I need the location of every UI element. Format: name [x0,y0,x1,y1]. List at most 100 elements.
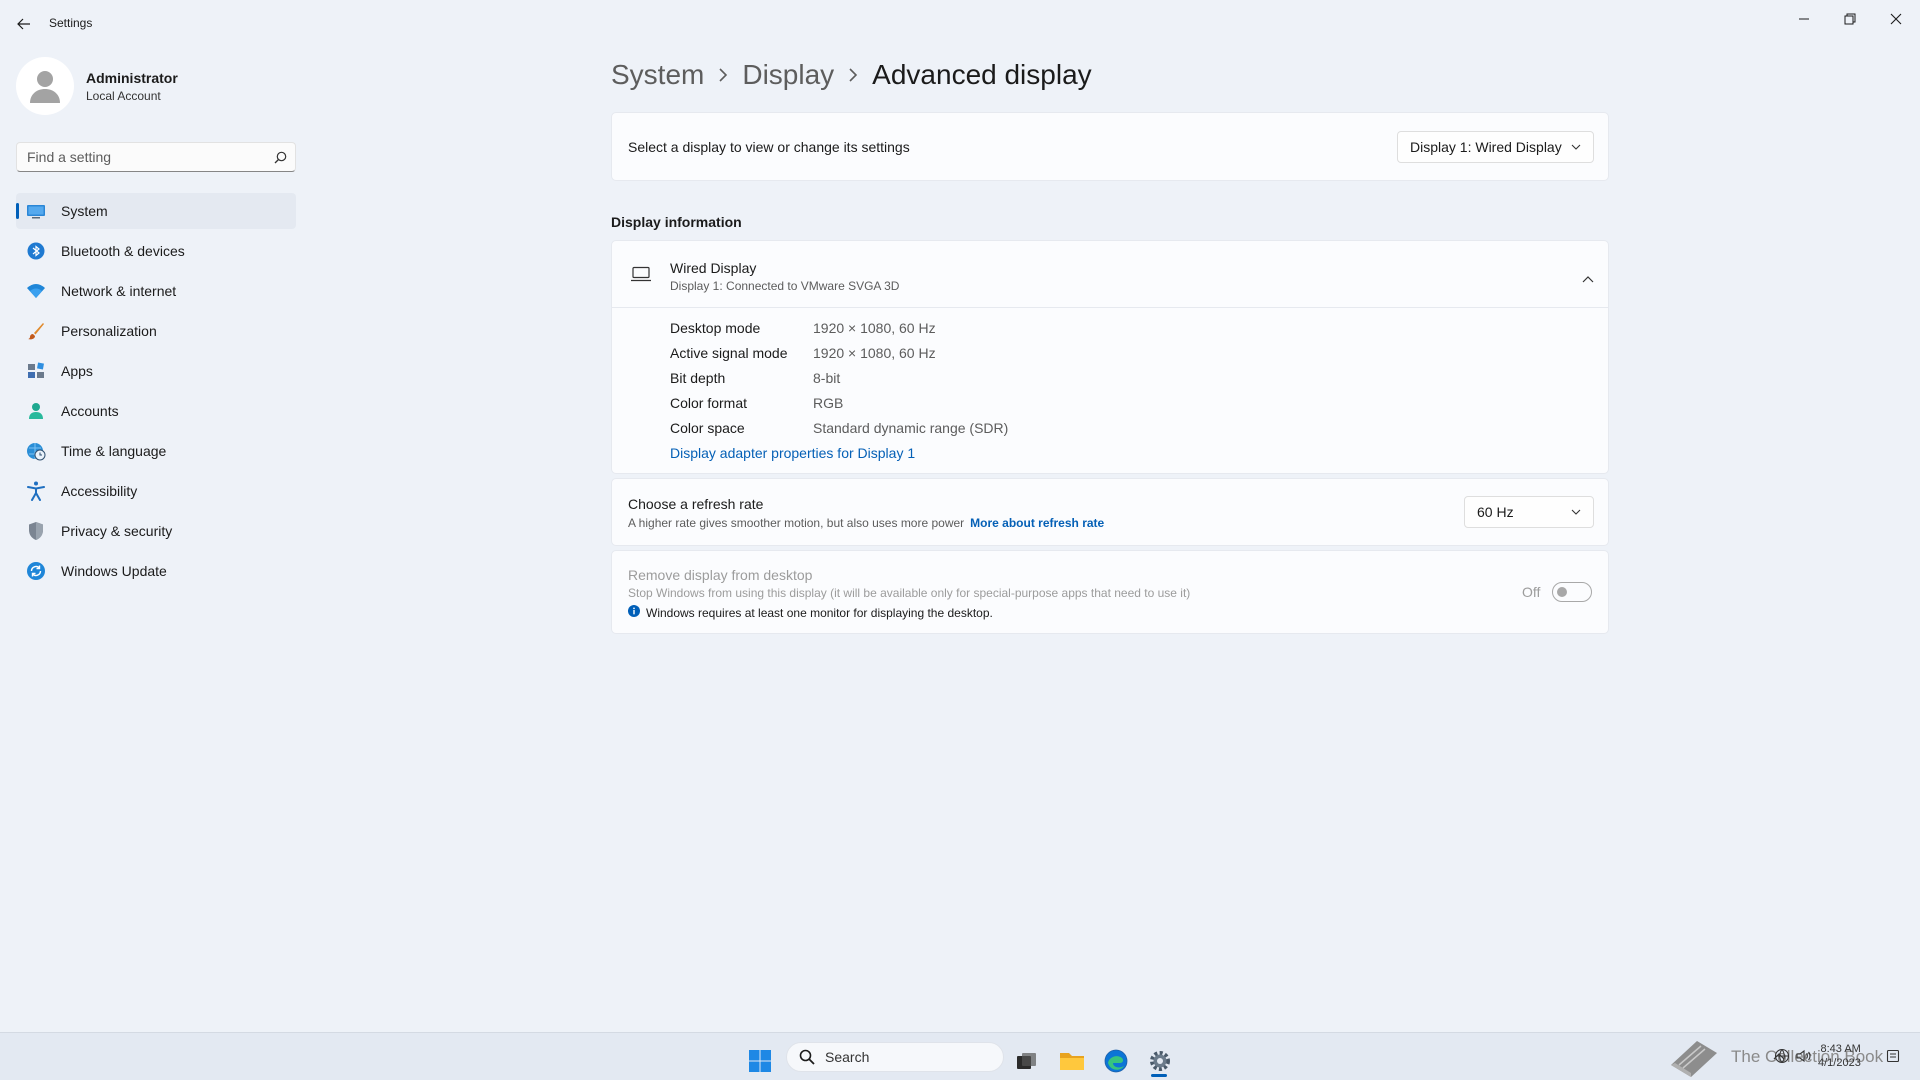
sidebar-item-label: Network & internet [61,283,177,299]
sidebar-item-accounts[interactable]: Accounts [16,393,296,429]
sidebar-item-privacy-security[interactable]: Privacy & security [16,513,296,549]
sidebar-item-label: Windows Update [61,563,167,579]
sidebar-item-accessibility[interactable]: Accessibility [16,473,296,509]
remove-display-card: Remove display from desktop Stop Windows… [611,550,1609,634]
bluetooth-icon [26,241,46,261]
chevron-up-icon[interactable] [1582,270,1594,288]
sidebar-item-label: Privacy & security [61,523,173,539]
sidebar-item-windows-update[interactable]: Windows Update [16,553,296,589]
minimize-button[interactable] [1781,4,1827,34]
sidebar-item-label: Apps [61,363,93,379]
notification-icon[interactable] [1884,1047,1902,1065]
active-app-indicator [1151,1074,1167,1077]
start-button[interactable] [740,1041,780,1080]
remove-display-note: Windows requires at least one monitor fo… [646,606,993,620]
display-dropdown[interactable]: Display 1: Wired Display [1397,131,1594,163]
display-select-card: Select a display to view or change its s… [611,112,1609,181]
refresh-rate-dropdown[interactable]: 60 Hz [1464,496,1594,528]
chevron-down-icon [1571,509,1581,515]
info-value: Standard dynamic range (SDR) [813,419,1009,436]
volume-tray-icon[interactable] [1795,1047,1813,1065]
remove-display-description: Stop Windows from using this display (it… [628,586,1191,600]
info-icon [628,604,640,622]
info-label: Color space [670,419,745,436]
sidebar-nav: System Bluetooth & devices Network & int… [16,193,296,593]
edge-browser-button[interactable] [1096,1041,1136,1080]
monitor-icon [26,201,46,221]
sidebar-item-system[interactable]: System [16,193,296,229]
chevron-down-icon [1571,144,1581,150]
search-icon [799,1049,815,1065]
user-avatar-icon [30,71,60,103]
sidebar-item-label: Bluetooth & devices [61,243,185,259]
display-information-heading: Display information [611,214,742,230]
avatar [16,57,74,115]
adapter-properties-row: Display adapter properties for Display 1 [670,440,1008,465]
refresh-rate-card: Choose a refresh rate A higher rate give… [611,478,1609,546]
wifi-icon [26,281,46,301]
info-row-bit-depth: Bit depth 8-bit [670,365,1008,390]
page-title: Advanced display [872,59,1092,90]
search-input[interactable]: Find a setting [27,149,265,165]
breadcrumb-display[interactable]: Display [742,59,834,91]
sidebar-item-label: System [61,203,108,219]
profile-name: Administrator [86,69,178,86]
taskbar: Search The Collection Book 8:43 AM 4/1/2… [0,1032,1920,1080]
minimize-icon [1799,18,1809,20]
info-label: Bit depth [670,369,726,386]
info-row-color-format: Color format RGB [670,390,1008,415]
sidebar-item-network[interactable]: Network & internet [16,273,296,309]
display-adapter-properties-link[interactable]: Display adapter properties for Display 1 [670,445,915,461]
sidebar-item-time-language[interactable]: Time & language [16,433,296,469]
sidebar-item-apps[interactable]: Apps [16,353,296,389]
close-button[interactable] [1873,4,1919,34]
sidebar-item-label: Personalization [61,323,157,339]
windows-logo-icon [749,1050,771,1072]
breadcrumb: System Display Advanced display [611,55,1092,95]
display-subtitle: Display 1: Connected to VMware SVGA 3D [670,279,900,293]
toggle-knob [1557,587,1568,597]
back-arrow-icon [17,18,30,30]
display-information-card: Wired Display Display 1: Connected to VM… [611,240,1609,474]
remove-display-toggle[interactable] [1552,582,1593,602]
user-profile[interactable]: Administrator Local Account [16,56,178,116]
profile-account-type: Local Account [86,88,161,103]
info-label: Color format [670,394,748,411]
update-icon [26,561,46,581]
info-label: Desktop mode [670,319,761,336]
sidebar-item-personalization[interactable]: Personalization [16,313,296,349]
display-select-label: Select a display to view or change its s… [628,139,910,155]
chevron-right-icon [718,68,728,82]
info-value: 1920 × 1080, 60 Hz [813,344,936,361]
display-information-header[interactable]: Wired Display Display 1: Connected to VM… [612,241,1608,308]
display-name: Wired Display [670,260,757,276]
taskbar-search[interactable]: Search [786,1042,1004,1072]
task-view-button[interactable] [1007,1041,1047,1080]
info-label: Active signal mode [670,344,788,361]
refresh-rate-title: Choose a refresh rate [628,496,764,512]
settings-search-box[interactable]: Find a setting [16,142,296,172]
restore-icon [1844,13,1856,25]
taskbar-search-label: Search [825,1049,870,1065]
toggle-state-label: Off [1522,584,1541,600]
search-icon[interactable] [265,151,295,164]
shield-icon [26,521,46,541]
refresh-rate-description: A higher rate gives smoother motion, but… [628,516,965,530]
paintbrush-icon [26,321,46,341]
restore-button[interactable] [1827,4,1873,34]
system-clock[interactable]: 8:43 AM 4/1/2023 [1818,1042,1861,1070]
more-about-refresh-rate-link[interactable]: More about refresh rate [970,516,1104,530]
back-button[interactable] [14,14,34,34]
file-explorer-button[interactable] [1052,1041,1092,1080]
display-dropdown-value: Display 1: Wired Display [1410,139,1562,155]
sidebar-item-bluetooth[interactable]: Bluetooth & devices [16,233,296,269]
info-row-color-space: Color space Standard dynamic range (SDR) [670,415,1008,440]
breadcrumb-system[interactable]: System [611,59,704,91]
accessibility-icon [26,481,46,501]
info-value: 8-bit [813,369,841,386]
close-icon [1890,13,1902,25]
book-icon [1671,1041,1717,1077]
info-row-desktop-mode: Desktop mode 1920 × 1080, 60 Hz [670,315,1008,340]
laptop-icon [630,266,652,287]
globe-tray-icon[interactable] [1773,1047,1791,1065]
